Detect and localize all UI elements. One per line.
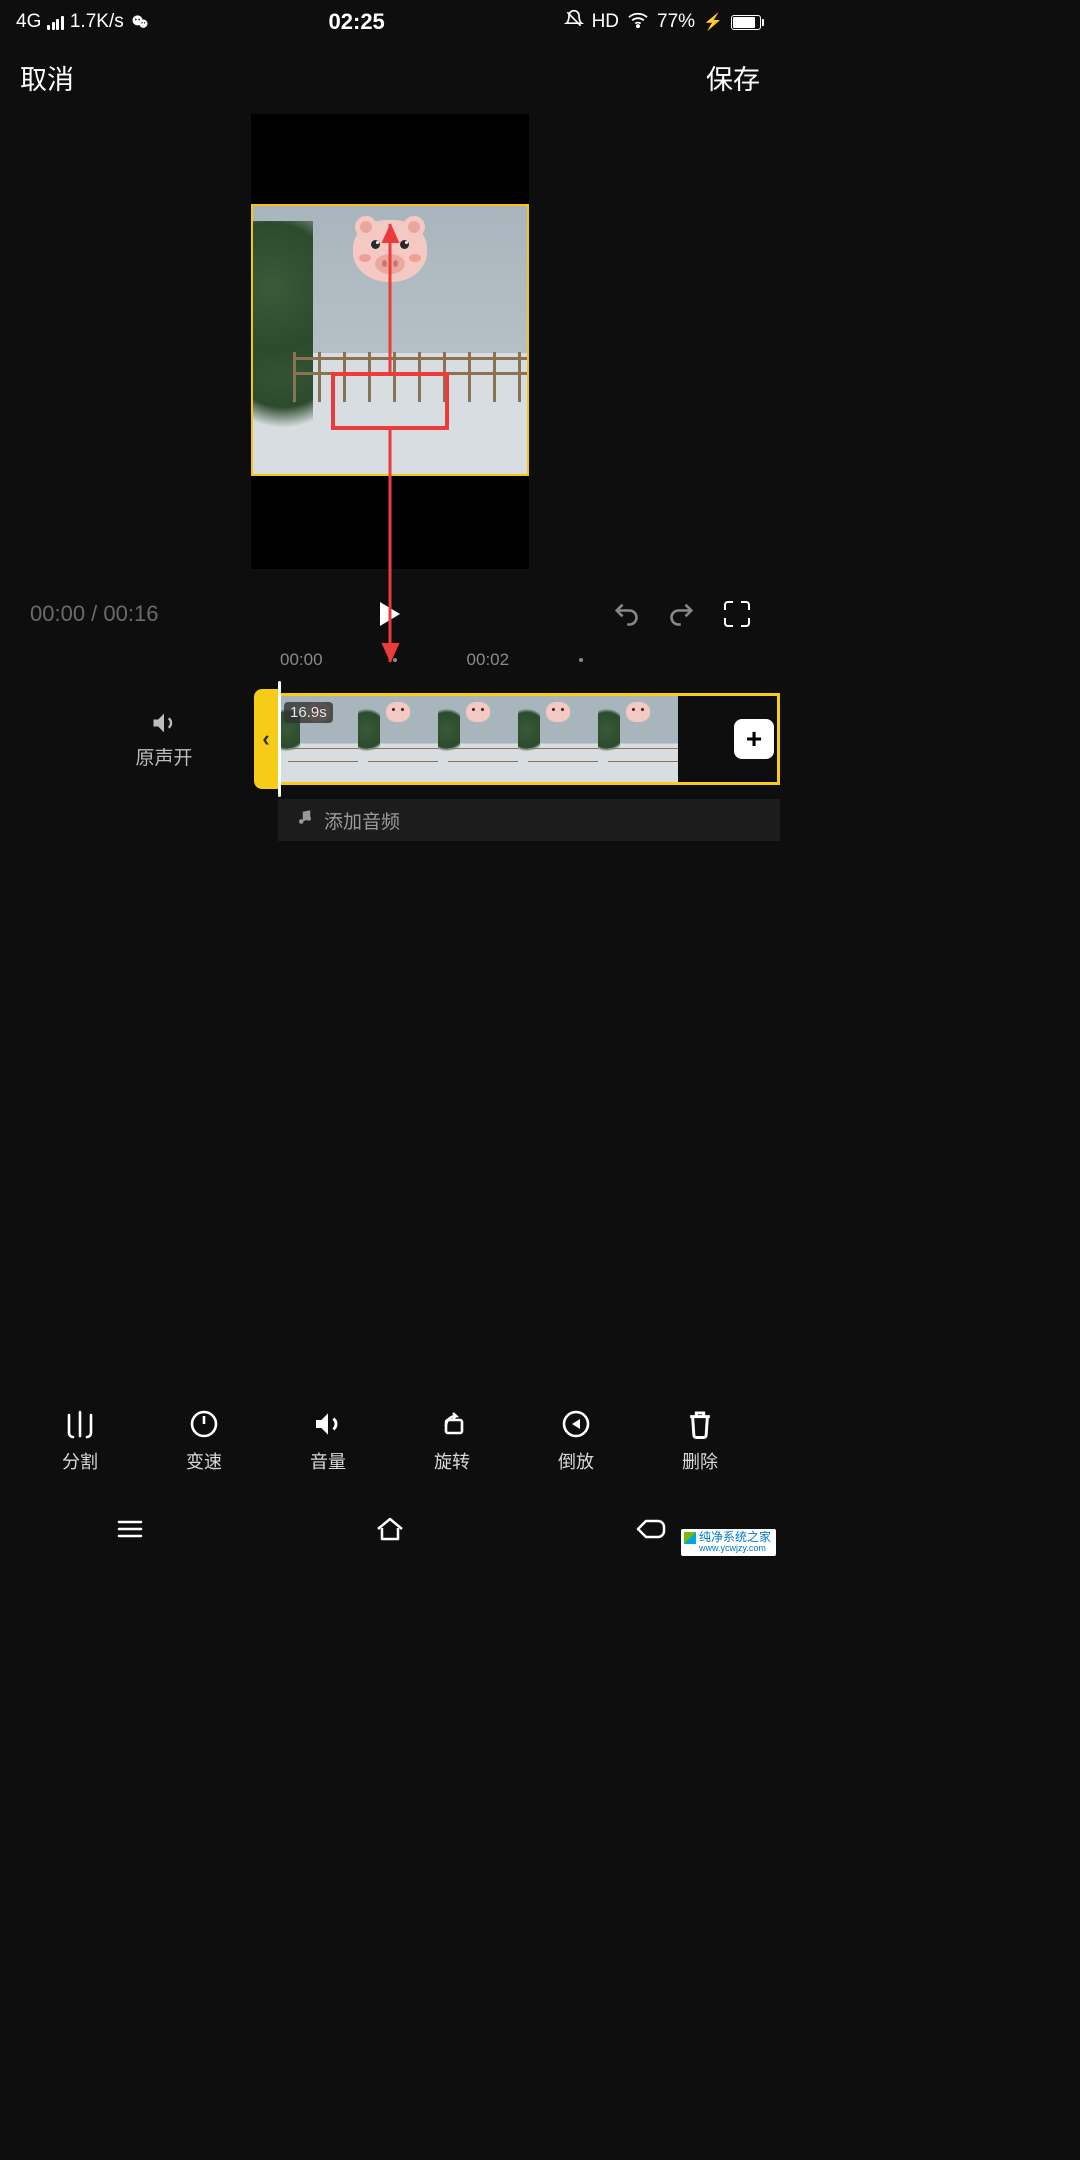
tool-bar: 分割 变速 音量 旋转 倒放 删除 bbox=[0, 1396, 780, 1486]
add-audio-label: 添加音频 bbox=[324, 807, 400, 834]
battery-icon bbox=[731, 15, 764, 30]
tool-label: 删除 bbox=[682, 1448, 718, 1474]
clip-thumb bbox=[438, 696, 518, 782]
clip-thumb bbox=[518, 696, 598, 782]
hd-label: HD bbox=[592, 11, 619, 33]
network-type: 4G bbox=[16, 11, 41, 33]
annotation-box bbox=[331, 372, 449, 430]
save-button[interactable]: 保存 bbox=[706, 58, 760, 97]
status-bar: 4G 1.7K/s 02:25 HD 77% ⚡ bbox=[0, 0, 780, 44]
nav-home-button[interactable] bbox=[335, 1515, 445, 1543]
video-canvas[interactable] bbox=[251, 114, 529, 569]
music-note-icon bbox=[296, 808, 314, 832]
ruler-tick: 00:02 bbox=[467, 650, 510, 670]
tool-label: 变速 bbox=[186, 1448, 222, 1474]
redo-button[interactable] bbox=[668, 600, 696, 628]
original-sound-toggle[interactable]: 原声开 bbox=[118, 689, 210, 789]
annotation-arrow-down bbox=[389, 430, 392, 662]
wifi-icon bbox=[627, 10, 649, 34]
cancel-button[interactable]: 取消 bbox=[20, 58, 74, 97]
trash-icon bbox=[685, 1408, 715, 1440]
clip-duration-badge: 16.9s bbox=[284, 702, 333, 723]
tool-volume[interactable]: 音量 bbox=[288, 1408, 368, 1474]
watermark: 纯净系统之家 www.ycwjzy.com bbox=[681, 1529, 776, 1556]
playhead[interactable] bbox=[278, 681, 281, 797]
annotation-arrow-up bbox=[389, 224, 392, 372]
add-clip-button[interactable]: + bbox=[734, 719, 774, 759]
tool-reverse[interactable]: 倒放 bbox=[536, 1408, 616, 1474]
tool-rotate[interactable]: 旋转 bbox=[412, 1408, 492, 1474]
preview-area bbox=[0, 114, 780, 569]
clip-thumb bbox=[358, 696, 438, 782]
playback-time: 00:00 / 00:16 bbox=[30, 601, 158, 627]
dnd-icon bbox=[564, 9, 584, 35]
speed-icon bbox=[188, 1408, 220, 1440]
ruler-dot bbox=[579, 658, 583, 662]
ruler-tick: 00:00 bbox=[280, 650, 323, 670]
battery-pct: 77% bbox=[657, 11, 695, 33]
signal-icon bbox=[47, 14, 64, 30]
fullscreen-button[interactable] bbox=[724, 601, 750, 627]
split-icon bbox=[63, 1408, 97, 1440]
nav-recent-button[interactable] bbox=[75, 1518, 185, 1540]
charging-icon: ⚡ bbox=[703, 12, 723, 32]
reverse-icon bbox=[560, 1408, 592, 1440]
network-speed: 1.7K/s bbox=[70, 11, 124, 33]
tool-split[interactable]: 分割 bbox=[40, 1408, 120, 1474]
clip-thumb: 16.9s bbox=[278, 696, 358, 782]
system-nav-bar bbox=[0, 1502, 780, 1560]
tool-label: 分割 bbox=[62, 1448, 98, 1474]
clip-left-handle[interactable]: ‹ bbox=[254, 689, 278, 789]
editor-header: 取消 保存 bbox=[0, 44, 780, 110]
sound-label: 原声开 bbox=[135, 743, 192, 770]
clip-thumb bbox=[598, 696, 678, 782]
speaker-icon bbox=[150, 709, 178, 737]
rotate-icon bbox=[436, 1408, 468, 1440]
tool-delete[interactable]: 删除 bbox=[660, 1408, 740, 1474]
volume-icon bbox=[312, 1408, 344, 1440]
tool-label: 倒放 bbox=[558, 1448, 594, 1474]
status-time: 02:25 bbox=[329, 9, 385, 35]
wechat-icon bbox=[130, 12, 150, 32]
timeline: 原声开 ‹ 16.9s + bbox=[0, 689, 780, 789]
undo-button[interactable] bbox=[612, 600, 640, 628]
clip-track[interactable]: ‹ 16.9s + bbox=[254, 689, 780, 789]
tool-label: 音量 bbox=[310, 1448, 346, 1474]
clip-strip[interactable]: 16.9s bbox=[278, 693, 780, 785]
tool-speed[interactable]: 变速 bbox=[164, 1408, 244, 1474]
tool-label: 旋转 bbox=[434, 1448, 470, 1474]
add-audio-row[interactable]: 添加音频 bbox=[278, 799, 780, 841]
